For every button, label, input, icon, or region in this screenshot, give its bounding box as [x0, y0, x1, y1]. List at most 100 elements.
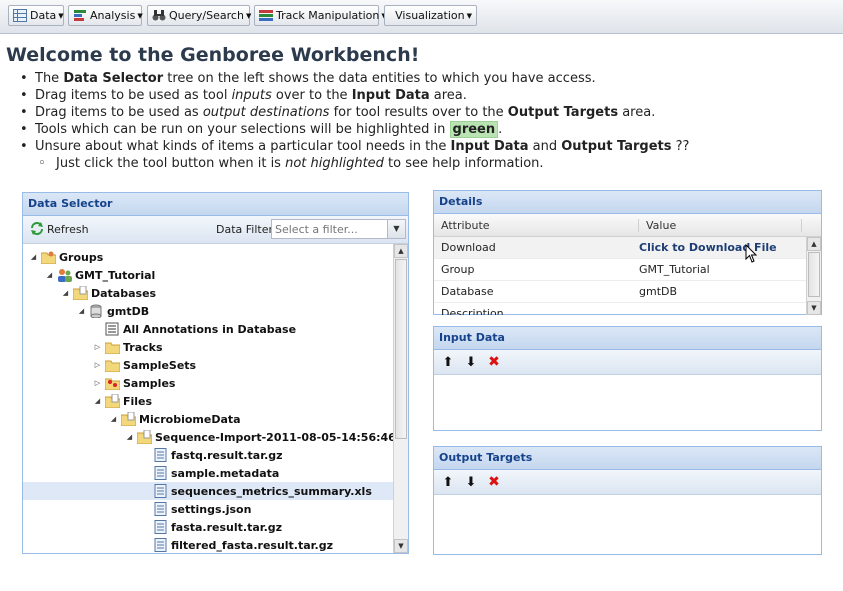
text: area. [618, 105, 656, 120]
database-icon [89, 304, 104, 319]
text-bold: Output Targets [561, 139, 672, 154]
expanded-triangle-icon[interactable]: ◢ [29, 253, 38, 261]
tree-node-label: Samples [123, 376, 176, 390]
tree-node-files[interactable]: ◢ Files [93, 392, 152, 410]
tree-node-label: SampleSets [123, 358, 197, 372]
visualization-menu-button[interactable]: Visualization ▼ [384, 5, 477, 26]
text: over to the [271, 88, 352, 103]
folder-open-icon [120, 411, 137, 427]
chevron-down-icon: ▼ [466, 11, 472, 20]
binoculars-icon [152, 9, 166, 22]
collapsed-triangle-icon[interactable]: ▷ [93, 361, 102, 369]
text: Drag items to be used as [35, 105, 203, 120]
tree-node-file[interactable]: sample.metadata [141, 464, 279, 482]
visualization-menu-label: Visualization [395, 9, 465, 22]
tree-node-all-annotations[interactable]: All Annotations in Database [93, 320, 296, 338]
tree-node-file[interactable]: settings.json [141, 500, 251, 518]
file-icon [153, 520, 168, 534]
move-down-icon[interactable]: ⬇ [463, 475, 479, 490]
file-icon [153, 448, 168, 462]
delete-icon[interactable]: ✖ [486, 474, 502, 490]
output-targets-panel[interactable]: Output Targets ⬆ ⬇ ✖ [433, 446, 822, 555]
value-cell: GMT_Tutorial [639, 263, 710, 276]
text: . [498, 122, 503, 137]
analysis-menu-button[interactable]: Analysis ▼ [68, 5, 143, 26]
tree-node-label: sample.metadata [171, 466, 280, 480]
scroll-up-icon[interactable]: ▲ [807, 237, 821, 251]
move-down-icon[interactable]: ⬇ [463, 355, 479, 370]
scroll-down-icon[interactable]: ▼ [394, 539, 408, 553]
tree-node-gmtdb[interactable]: ◢ gmtDB [77, 302, 149, 320]
tree-node-file[interactable]: fastq.result.tar.gz [141, 446, 283, 464]
text: Tools which can be run on your selection… [35, 122, 450, 137]
value-column-header[interactable]: Value [639, 218, 802, 232]
tree-node-groups[interactable]: ◢ Groups [29, 248, 103, 266]
green-highlight-sample: green [449, 121, 499, 138]
expanded-triangle-icon[interactable]: ◢ [109, 415, 118, 423]
tree-node-samplesets[interactable]: ▷ SampleSets [93, 356, 196, 374]
data-filter-combo[interactable]: ▼ [271, 219, 406, 239]
query-search-menu-button[interactable]: Query/Search ▼ [147, 5, 251, 26]
collapsed-triangle-icon[interactable]: ▷ [93, 379, 102, 387]
tree-node-databases[interactable]: ◢ Databases [61, 284, 156, 302]
data-menu-button[interactable]: Data ▼ [8, 5, 64, 26]
track-manipulation-menu-button[interactable]: Track Manipulation ▼ [254, 5, 387, 26]
scroll-thumb[interactable] [395, 259, 407, 439]
details-panel: Details Attribute Value Download Click t… [433, 190, 822, 315]
expanded-triangle-icon[interactable]: ◢ [77, 307, 86, 315]
attribute-cell: Description [441, 307, 504, 315]
text-italic: not highlighted [285, 156, 384, 171]
expanded-triangle-icon[interactable]: ◢ [61, 289, 70, 297]
tree-node-label: MicrobiomeData [139, 412, 241, 426]
tree-node-file[interactable]: fasta.result.tar.gz [141, 518, 282, 536]
folder-icon [104, 340, 121, 355]
page-title: Welcome to the Genboree Workbench! [6, 44, 420, 66]
details-scrollbar[interactable]: ▲ ▼ [806, 237, 821, 315]
tree-node-file[interactable]: filtered_fasta.result.tar.gz [141, 536, 333, 553]
tree-node-gmt-tutorial[interactable]: ◢ GMT_Tutorial [45, 266, 155, 284]
expanded-triangle-icon[interactable]: ◢ [125, 433, 134, 441]
expanded-triangle-icon[interactable]: ◢ [93, 397, 102, 405]
data-filter-input[interactable] [272, 220, 388, 238]
details-grid-header: Attribute Value [434, 214, 821, 237]
move-up-icon[interactable]: ⬆ [440, 355, 456, 370]
tree-node-label: fasta.result.tar.gz [171, 520, 283, 534]
tree-node-samples[interactable]: ▷ Samples [93, 374, 175, 392]
details-row: Download Click to Download File [434, 237, 821, 259]
tree-node-microbiomedata[interactable]: ◢ MicrobiomeData [109, 410, 241, 428]
instruction-item: Drag items to be used as tool inputs ove… [18, 87, 689, 104]
expanded-triangle-icon[interactable]: ◢ [45, 271, 54, 279]
users-icon [57, 268, 72, 282]
text: to see help information. [383, 156, 544, 171]
scroll-down-icon[interactable]: ▼ [807, 301, 821, 315]
tree-node-label: GMT_Tutorial [75, 268, 156, 282]
input-data-panel[interactable]: Input Data ⬆ ⬇ ✖ [433, 326, 822, 431]
text: for tool results over to the [329, 105, 508, 120]
data-selector-title: Data Selector [23, 193, 408, 216]
scroll-thumb[interactable] [808, 252, 820, 297]
collapsed-triangle-icon[interactable]: ▷ [93, 343, 102, 351]
output-targets-toolbar: ⬆ ⬇ ✖ [434, 470, 821, 495]
tracks-icon [259, 9, 273, 22]
move-up-icon[interactable]: ⬆ [440, 475, 456, 490]
dropdown-arrow-icon[interactable]: ▼ [387, 220, 405, 238]
group-folder-icon [40, 250, 57, 265]
input-data-title: Input Data [434, 327, 821, 350]
tree-node-tracks[interactable]: ▷ Tracks [93, 338, 163, 356]
refresh-button[interactable]: Refresh [29, 221, 89, 238]
text-bold: Output Targets [507, 105, 619, 120]
tree-node-sequence-import[interactable]: ◢ Sequence-Import-2011-08-05-14:56:46 [125, 428, 396, 446]
file-icon [153, 502, 168, 516]
instructions-list: The Data Selector tree on the left shows… [18, 70, 689, 172]
delete-icon[interactable]: ✖ [486, 354, 502, 370]
tree-node-label: Files [123, 394, 153, 408]
tree-node-file-selected[interactable]: sequences_metrics_summary.xls [23, 482, 393, 500]
instruction-item: Unsure about what kinds of items a parti… [18, 138, 689, 155]
scroll-up-icon[interactable]: ▲ [394, 244, 408, 258]
tree-node-label: fastq.result.tar.gz [171, 448, 283, 462]
attribute-column-header[interactable]: Attribute [434, 218, 639, 232]
tree-scrollbar[interactable]: ▲ ▼ [393, 244, 408, 553]
table-icon [13, 9, 27, 22]
analysis-icon [73, 9, 87, 22]
tree-node-label: Groups [59, 250, 104, 264]
